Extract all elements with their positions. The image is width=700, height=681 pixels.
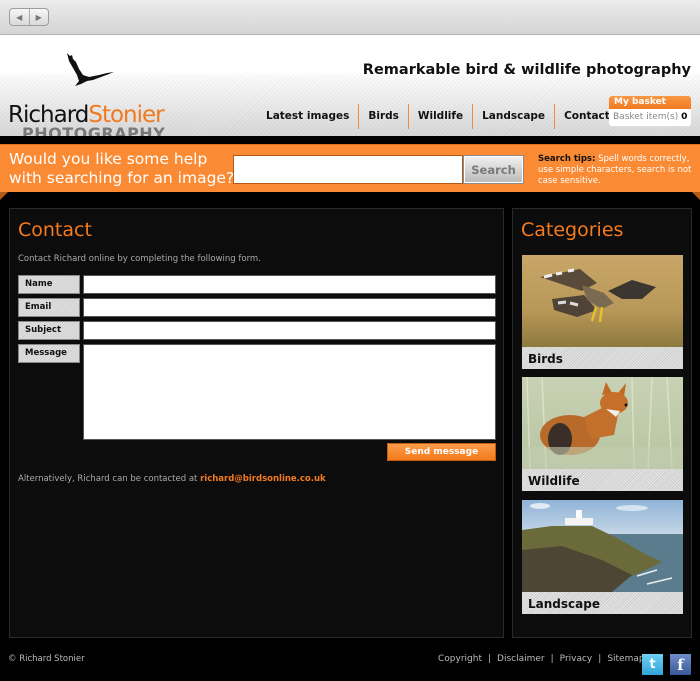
logo-subtitle: PHOTOGRAPHY — [22, 124, 166, 137]
page-title: Contact — [18, 219, 92, 241]
email-label: Email — [18, 298, 80, 317]
contact-intro: Contact Richard online by completing the… — [18, 254, 261, 264]
site-header: RichardStonier PHOTOGRAPHY Remarkable bi… — [0, 35, 700, 136]
name-row: Name — [18, 275, 80, 294]
subject-label: Subject — [18, 321, 80, 340]
category-landscape[interactable]: Landscape — [522, 500, 683, 614]
main-nav: Latest images Birds Wildlife Landscape C… — [257, 104, 619, 129]
site-tagline: Remarkable bird & wildlife photography — [362, 62, 691, 78]
search-band: Would you like some help with searching … — [0, 144, 700, 192]
wildlife-label[interactable]: Wildlife — [522, 469, 683, 491]
search-prompt: Would you like some help with searching … — [9, 150, 235, 187]
facebook-icon[interactable]: f — [670, 654, 691, 675]
history-nav: ◀ ▶ — [9, 8, 49, 26]
name-label: Name — [18, 275, 80, 294]
search-input[interactable] — [233, 155, 463, 184]
birds-label[interactable]: Birds — [522, 347, 683, 369]
name-field[interactable] — [83, 275, 496, 294]
contact-email-link[interactable]: richard@birdsonline.co.uk — [200, 474, 326, 484]
email-field[interactable] — [83, 298, 496, 317]
category-wildlife[interactable]: Wildlife — [522, 377, 683, 491]
wildlife-thumbnail-image — [522, 377, 683, 469]
landscape-label[interactable]: Landscape — [522, 592, 683, 614]
footer-link-disclaimer[interactable]: Disclaimer — [497, 654, 545, 664]
ribbon-fold-right — [692, 192, 700, 200]
message-label: Message — [18, 344, 80, 363]
alternative-contact: Alternatively, Richard can be contacted … — [18, 474, 326, 484]
nav-landscape[interactable]: Landscape — [472, 104, 554, 129]
footer-copyright: © Richard Stonier — [8, 654, 85, 664]
footer-link-copyright[interactable]: Copyright — [438, 654, 482, 664]
message-row: Message — [18, 344, 80, 363]
header-divider — [0, 136, 700, 144]
categories-panel: Categories Birds Wildlife Landscape — [512, 208, 692, 638]
basket-widget[interactable]: My basket Basket item(s) 0 — [609, 96, 691, 126]
categories-heading: Categories — [521, 219, 624, 241]
forward-icon[interactable]: ▶ — [30, 9, 49, 25]
nav-birds[interactable]: Birds — [358, 104, 408, 129]
twitter-icon[interactable]: t — [642, 654, 663, 675]
send-message-button[interactable]: Send message — [387, 443, 496, 461]
browser-toolbar: ◀ ▶ — [0, 0, 700, 35]
footer-link-sitemap[interactable]: Sitemap — [607, 654, 644, 664]
category-birds[interactable]: Birds — [522, 255, 683, 369]
contact-panel: Contact Contact Richard online by comple… — [9, 208, 504, 638]
nav-wildlife[interactable]: Wildlife — [407, 104, 472, 129]
email-row: Email — [18, 298, 80, 317]
subject-row: Subject — [18, 321, 80, 340]
ribbon-fold-left — [0, 192, 8, 200]
footer-separator: | — [598, 654, 602, 664]
basket-count: Basket item(s) 0 — [613, 112, 688, 122]
footer-separator: | — [550, 654, 554, 664]
search-button[interactable]: Search — [463, 155, 524, 184]
bird-logo-icon — [67, 53, 114, 86]
back-icon[interactable]: ◀ — [10, 9, 30, 25]
landscape-thumbnail-image — [522, 500, 683, 592]
site-logo[interactable]: RichardStonier PHOTOGRAPHY — [6, 53, 176, 137]
footer-separator: | — [487, 654, 492, 664]
subject-field[interactable] — [83, 321, 496, 340]
message-field[interactable] — [83, 344, 496, 440]
footer-links: Copyright | Disclaimer | Privacy | Sitem… — [438, 654, 645, 664]
basket-title[interactable]: My basket — [609, 96, 691, 109]
search-tips: Search tips: Spell words correctly, use … — [538, 154, 692, 186]
birds-thumbnail-image — [522, 255, 683, 347]
footer-link-privacy[interactable]: Privacy — [560, 654, 593, 664]
nav-latest-images[interactable]: Latest images — [257, 104, 358, 129]
